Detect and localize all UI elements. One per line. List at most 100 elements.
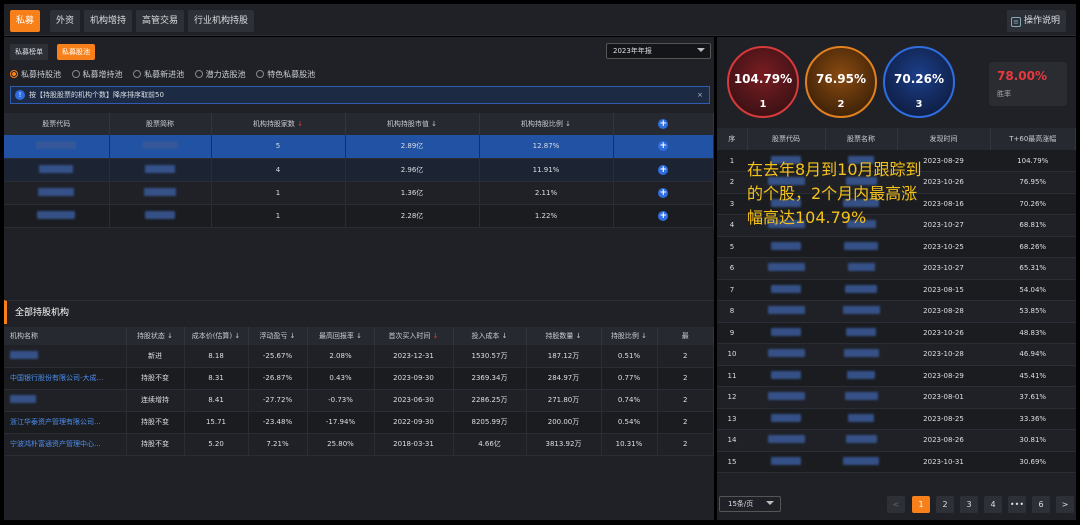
help-button[interactable]: ≡ 操作说明 xyxy=(1006,10,1066,32)
col-inst-name[interactable]: 机构名称 xyxy=(4,327,127,345)
table-row[interactable]: 9 2023-10-26 48.83% xyxy=(717,322,1076,344)
page-size-select[interactable]: 15条/页 xyxy=(719,496,781,512)
inst-name-cell[interactable] xyxy=(4,345,127,368)
table-row[interactable]: 6 2023-10-27 65.31% xyxy=(717,257,1076,280)
prev-page-button[interactable]: < xyxy=(887,496,905,513)
subtab-ranking[interactable]: 私募榜单 xyxy=(10,44,48,60)
subtab-stock-pool[interactable]: 私募股池 xyxy=(57,44,95,60)
radio-pool-special[interactable]: 特色私募股池 xyxy=(256,69,315,80)
stock-code-cell xyxy=(747,365,825,387)
stock-name-cell xyxy=(825,236,897,258)
tab-executive-trading[interactable]: 高管交易 xyxy=(136,10,185,32)
table-row[interactable]: 宁波鸿朴富通资产管理中心... 持股不变 5.20 7.21% 25.80% 2… xyxy=(4,433,714,456)
table-row[interactable]: 14 2023-08-26 30.81% xyxy=(717,429,1076,452)
table-row[interactable]: 中国银行股份有限公司-大成... 持股不变 8.31 -26.87% 0.43%… xyxy=(4,367,714,390)
table-row[interactable]: 11 2023-08-29 45.41% xyxy=(717,365,1076,387)
stock-code-cell xyxy=(4,181,110,205)
add-icon[interactable]: + xyxy=(658,187,669,198)
discover-date-cell: 2023-08-25 xyxy=(897,408,990,430)
page-button-1[interactable]: 1 xyxy=(912,496,930,513)
rank-1-circle[interactable]: 104.79% 1 xyxy=(727,46,799,118)
col-inst-count[interactable]: 机构持股家数 ↓ xyxy=(211,113,346,135)
col-discover-date[interactable]: 发现时间 xyxy=(897,128,991,150)
col-invest[interactable]: 投入成本 ↓ xyxy=(453,327,527,345)
col-stock-code[interactable]: 股票代码 xyxy=(747,128,826,150)
redacted-block xyxy=(845,284,877,293)
radio-pool-holdings[interactable]: 私募持股池 xyxy=(10,69,61,80)
table-row[interactable]: 7 2023-08-15 54.04% xyxy=(717,279,1076,301)
close-icon[interactable]: × xyxy=(697,87,703,103)
col-stock-name[interactable]: 股票名称 xyxy=(825,128,898,150)
page-button-6[interactable]: 6 xyxy=(1032,496,1050,513)
next-page-button[interactable]: > xyxy=(1056,496,1074,513)
table-row[interactable]: 5 2.89亿 12.87% + xyxy=(4,135,714,159)
table-row[interactable]: 12 2023-08-01 37.61% xyxy=(717,386,1076,409)
radio-pool-increase[interactable]: 私募增持池 xyxy=(71,69,123,80)
table-row[interactable]: 10 2023-10-28 46.94% xyxy=(717,343,1076,366)
table-row[interactable]: 浙江华泰资产管理有限公司... 持股不变 15.71 -23.48% -17.9… xyxy=(4,411,714,434)
table-row[interactable]: 1 1.36亿 2.11% + xyxy=(4,181,714,205)
add-icon[interactable]: + xyxy=(658,164,669,175)
tab-institution-increase[interactable]: 机构增持 xyxy=(84,10,133,32)
sort-down-icon: ↓ xyxy=(641,332,648,340)
table-row[interactable]: 5 2023-10-25 68.26% xyxy=(717,236,1076,258)
count-cell: 4 xyxy=(211,158,346,182)
page-button-3[interactable]: 3 xyxy=(960,496,978,513)
invest-cell: 8205.99万 xyxy=(453,411,527,434)
col-float[interactable]: 浮动盈亏 ↓ xyxy=(248,327,308,345)
col-stock-name[interactable]: 股票简称 xyxy=(109,113,212,135)
table-row[interactable]: 15 2023-10-31 30.69% xyxy=(717,451,1076,473)
page-ellipsis-button[interactable]: ••• xyxy=(1008,496,1026,513)
inst-name-cell[interactable]: 浙江华泰资产管理有限公司... xyxy=(4,411,127,434)
col-first-buy[interactable]: 首次买入时间 ↓ xyxy=(374,327,454,345)
inst-name-cell[interactable] xyxy=(4,389,127,412)
rank-2-circle[interactable]: 76.95% 2 xyxy=(805,46,877,118)
col-t60-gain[interactable]: T+60最高涨幅 xyxy=(990,128,1076,150)
table-row[interactable]: 1 2.28亿 1.22% + xyxy=(4,204,714,228)
help-label: 操作说明 xyxy=(1023,16,1060,26)
table-row[interactable]: 8 2023-08-28 53.85% xyxy=(717,300,1076,323)
stock-code-cell xyxy=(747,386,825,409)
redacted-block xyxy=(771,241,801,250)
t60-gain-cell: 53.85% xyxy=(990,300,1076,323)
table-row[interactable]: 13 2023-08-25 33.36% xyxy=(717,408,1076,430)
radio-pool-potential[interactable]: 潜力选股池 xyxy=(194,69,246,80)
stock-code-cell xyxy=(747,343,825,366)
year-select[interactable]: 2023年年报 xyxy=(606,43,711,59)
col-shares[interactable]: 持股数量 ↓ xyxy=(526,327,602,345)
inst-name-cell[interactable]: 宁波鸿朴富通资产管理中心... xyxy=(4,433,127,456)
add-icon[interactable]: + xyxy=(658,210,669,221)
add-icon[interactable]: + xyxy=(658,119,669,129)
tab-foreign-capital[interactable]: 外资 xyxy=(50,10,81,32)
tab-private-fund[interactable]: 私募 xyxy=(10,10,41,32)
table-row[interactable]: 连续增持 8.41 -27.72% -0.73% 2023-06-30 2286… xyxy=(4,389,714,412)
tab-industry-holdings[interactable]: 行业机构持股 xyxy=(188,10,255,32)
col-maxret[interactable]: 最高回报率 ↓ xyxy=(307,327,375,345)
redacted-block xyxy=(848,413,874,422)
page-button-4[interactable]: 4 xyxy=(984,496,1002,513)
col-cost[interactable]: 成本价(估算) ↓ xyxy=(184,327,249,345)
col-inst-ratio[interactable]: 机构持股比例 ↓ xyxy=(479,113,614,135)
col-pct[interactable]: 持股比例 ↓ xyxy=(601,327,658,345)
col-status[interactable]: 持股状态 ↓ xyxy=(126,327,185,345)
col-add[interactable]: + xyxy=(613,113,714,135)
stock-name-cell xyxy=(825,322,897,344)
add-icon[interactable]: + xyxy=(658,141,669,152)
rank-3-circle[interactable]: 70.26% 3 xyxy=(883,46,955,118)
page-button-2[interactable]: 2 xyxy=(936,496,954,513)
col-last[interactable]: 最 xyxy=(657,327,714,345)
table-row[interactable]: 新进 8.18 -25.67% 2.08% 2023-12-31 1530.57… xyxy=(4,345,714,368)
redacted-block xyxy=(36,141,77,150)
radio-unchecked-icon xyxy=(256,70,265,78)
table-row[interactable]: 4 2.96亿 11.91% + xyxy=(4,158,714,182)
stock-name-cell xyxy=(825,300,897,323)
status-cell: 新进 xyxy=(126,345,185,368)
index-cell: 5 xyxy=(717,236,747,258)
col-inst-value[interactable]: 机构持股市值 ↓ xyxy=(345,113,480,135)
radio-pool-new[interactable]: 私募新进池 xyxy=(133,69,184,80)
add-cell: + xyxy=(613,135,714,159)
top-tab-bar: 私募 外资 机构增持 高管交易 行业机构持股 ≡ 操作说明 xyxy=(4,4,1076,36)
col-stock-code[interactable]: 股票代码 xyxy=(4,113,110,135)
inst-name-cell[interactable]: 中国银行股份有限公司-大成... xyxy=(4,367,127,390)
discover-date-cell: 2023-10-26 xyxy=(897,322,990,344)
